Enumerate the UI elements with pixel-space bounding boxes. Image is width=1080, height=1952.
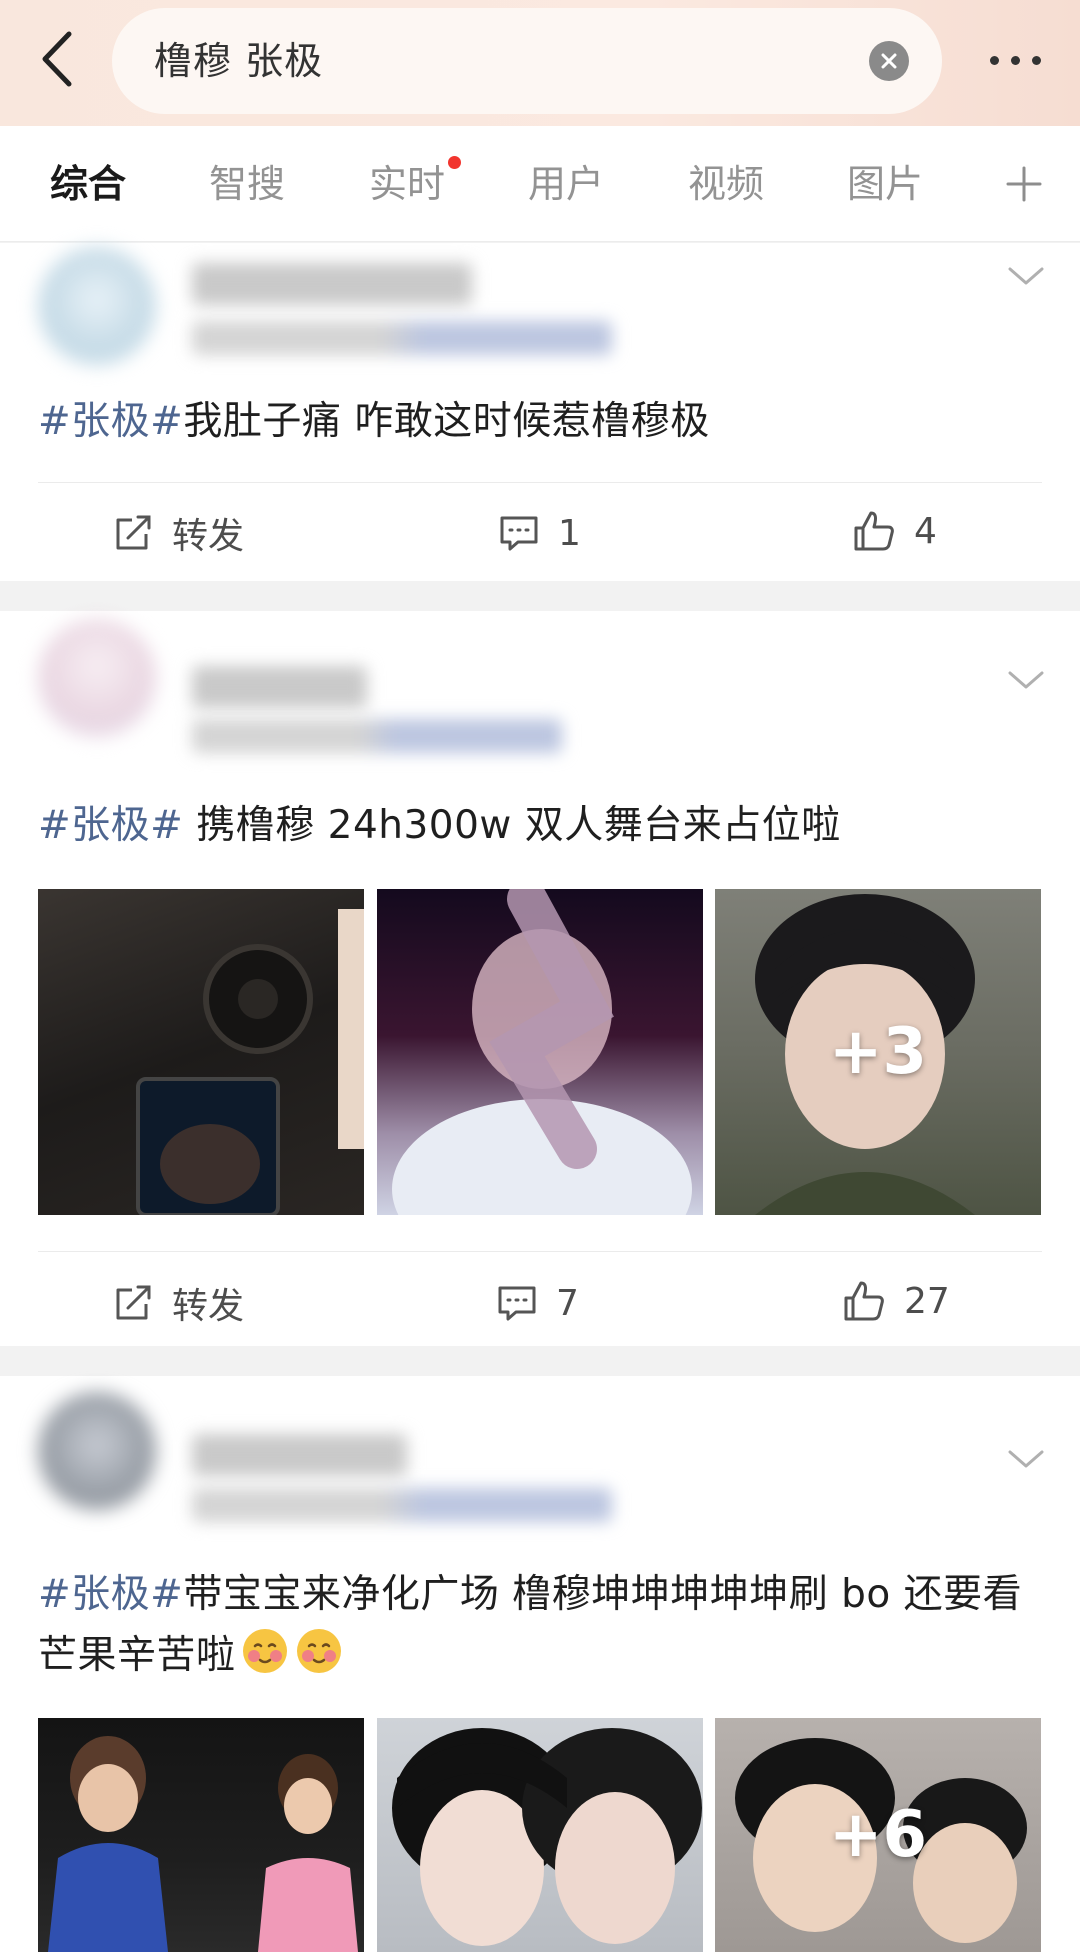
post-meta-blurred <box>192 719 562 753</box>
tab-users[interactable]: 用户 <box>528 126 604 242</box>
avatar[interactable] <box>38 1392 156 1510</box>
like-button[interactable]: 4 <box>852 505 937 557</box>
comment-button[interactable]: 1 <box>498 507 581 559</box>
top-bar: 橹穆 张极 <box>0 0 1080 126</box>
search-tabs: 综合 智搜 实时 用户 视频 图片 <box>0 126 1080 242</box>
username-blurred[interactable] <box>192 263 472 305</box>
divider <box>38 482 1042 483</box>
blush-emoji-icon <box>296 1629 341 1673</box>
post-image[interactable] <box>377 889 703 1215</box>
tab-realtime[interactable]: 实时 <box>369 126 462 242</box>
like-button[interactable]: 27 <box>842 1275 950 1327</box>
more-icon[interactable] <box>970 30 1060 90</box>
post-image[interactable]: +3 <box>715 889 1041 1215</box>
post-image[interactable] <box>38 1718 364 1952</box>
chevron-down-icon[interactable] <box>1006 667 1046 693</box>
comment-icon <box>500 516 538 551</box>
tab-images[interactable]: 图片 <box>847 126 923 242</box>
comment-icon <box>498 1286 536 1321</box>
post-text: #张极#带宝宝来净化广场 橹穆坤坤坤坤坤刷 bo 还要看芒果辛苦啦 <box>38 1572 1023 1678</box>
tab-smart-search[interactable]: 智搜 <box>209 126 285 242</box>
post-meta-blurred <box>192 321 612 355</box>
blush-emoji-icon <box>242 1629 287 1673</box>
repost-button[interactable]: 转发 <box>112 1277 244 1329</box>
comment-button[interactable]: 7 <box>496 1277 579 1329</box>
repost-icon <box>116 1285 151 1320</box>
post-card: #张极# 携橹穆 24h300w 双人舞台来占位啦 +3 转发 7 27 <box>0 611 1080 1346</box>
search-input[interactable]: 橹穆 张极 <box>112 8 942 114</box>
hashtag-link[interactable]: #张极# <box>38 1572 183 1617</box>
post-meta-blurred <box>192 1488 612 1522</box>
post-text: #张极# 携橹穆 24h300w 双人舞台来占位啦 <box>38 803 841 848</box>
more-images-count: +3 <box>828 1015 928 1089</box>
new-dot-badge <box>448 156 462 169</box>
post-text: #张极#我肚子痛 咋敢这时候惹橹穆极 <box>38 399 710 444</box>
divider <box>38 1251 1042 1252</box>
plus-icon[interactable] <box>1002 162 1046 206</box>
avatar[interactable] <box>38 619 156 737</box>
clear-icon[interactable] <box>869 41 909 81</box>
chevron-down-icon[interactable] <box>1006 263 1046 289</box>
post-image[interactable]: +6 <box>715 1718 1041 1952</box>
repost-icon <box>116 515 151 550</box>
post-image[interactable] <box>38 889 364 1215</box>
username-blurred[interactable] <box>192 666 367 708</box>
like-icon <box>854 511 894 551</box>
like-icon <box>844 1281 884 1321</box>
hashtag-link[interactable]: #张极# <box>38 399 183 444</box>
post-image[interactable] <box>377 1718 703 1952</box>
search-query-text[interactable]: 橹穆 张极 <box>154 8 323 114</box>
chevron-down-icon[interactable] <box>1006 1446 1046 1472</box>
back-icon[interactable] <box>22 24 92 94</box>
post-card: #张极#我肚子痛 咋敢这时候惹橹穆极 转发 1 4 <box>0 243 1080 581</box>
username-blurred[interactable] <box>192 1434 407 1476</box>
tab-all[interactable]: 综合 <box>50 126 126 242</box>
repost-button[interactable]: 转发 <box>112 507 244 559</box>
more-images-count: +6 <box>828 1798 928 1872</box>
avatar[interactable] <box>38 247 156 365</box>
tab-videos[interactable]: 视频 <box>688 126 764 242</box>
post-card: #张极#带宝宝来净化广场 橹穆坤坤坤坤坤刷 bo 还要看芒果辛苦啦 +6 <box>0 1376 1080 1952</box>
hashtag-link[interactable]: #张极# <box>38 803 183 848</box>
